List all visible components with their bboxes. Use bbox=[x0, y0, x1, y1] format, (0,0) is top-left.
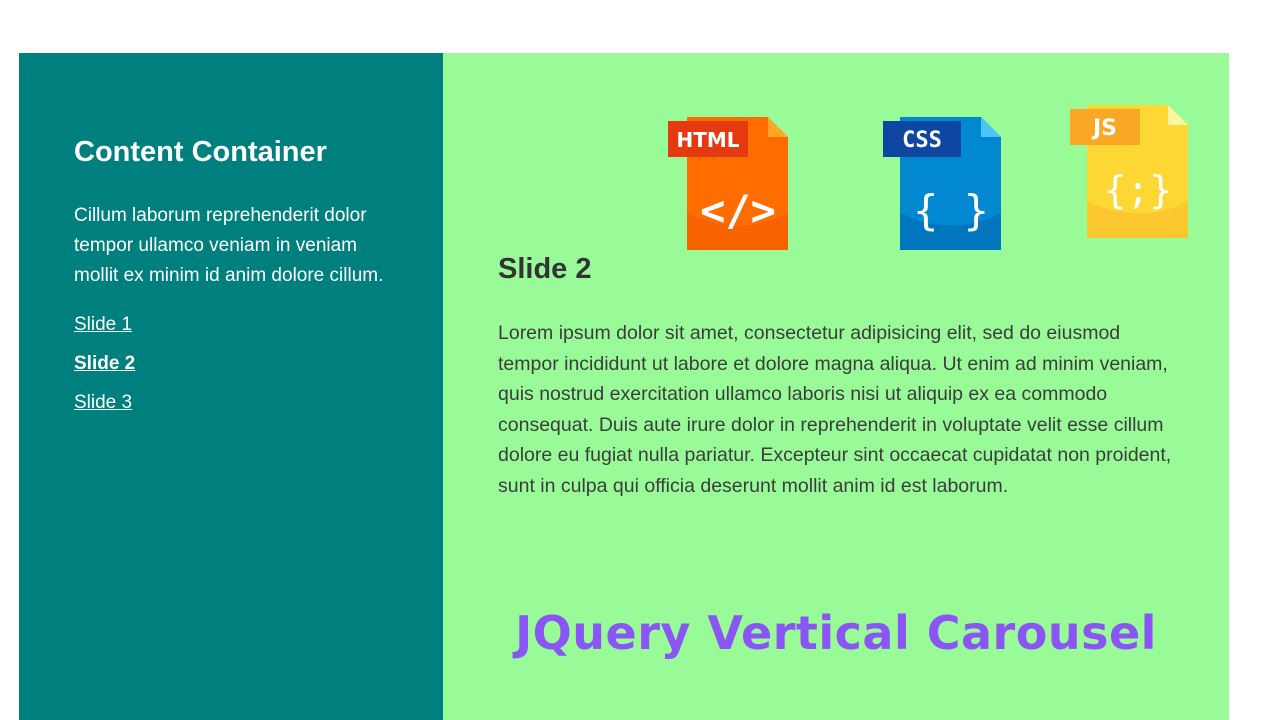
slide-body: Lorem ipsum dolor sit amet, consectetur … bbox=[498, 322, 1172, 497]
svg-text:CSS: CSS bbox=[902, 128, 942, 153]
sidebar-heading: Content Container bbox=[74, 136, 327, 168]
slide-2-link[interactable]: Slide 2 bbox=[74, 353, 135, 374]
carousel-frame: Content Container Cillum laborum reprehe… bbox=[19, 53, 1229, 720]
svg-text:{ }: { } bbox=[913, 186, 989, 235]
slide-title: Slide 2 bbox=[498, 253, 592, 285]
slide-nav-item: Slide 1 bbox=[74, 311, 403, 339]
slide-nav-item: Slide 2 bbox=[74, 350, 403, 378]
sidebar-description: Cillum laborum reprehenderit dolor tempo… bbox=[74, 205, 384, 286]
css-file-icon: CSS { } bbox=[883, 113, 1003, 253]
svg-text:</>: </> bbox=[700, 186, 776, 235]
slide-panel: HTML </> CSS { } JS {;} Slide 2 Lorem ip… bbox=[443, 53, 1229, 720]
svg-text:{;}: {;} bbox=[1104, 168, 1173, 212]
html-file-icon: HTML </> bbox=[668, 113, 788, 253]
content-container-sidebar: Content Container Cillum laborum reprehe… bbox=[19, 53, 443, 720]
carousel-banner: JQuery Vertical Carousel bbox=[515, 606, 1157, 660]
slide-nav-item: Slide 3 bbox=[74, 389, 403, 417]
js-file-icon: JS {;} bbox=[1070, 101, 1190, 241]
svg-text:HTML: HTML bbox=[676, 128, 739, 152]
slide-1-link[interactable]: Slide 1 bbox=[74, 314, 132, 335]
svg-text:JS: JS bbox=[1091, 116, 1117, 141]
slide-nav: Slide 1 Slide 2 Slide 3 bbox=[74, 311, 403, 417]
slide-3-link[interactable]: Slide 3 bbox=[74, 392, 132, 413]
